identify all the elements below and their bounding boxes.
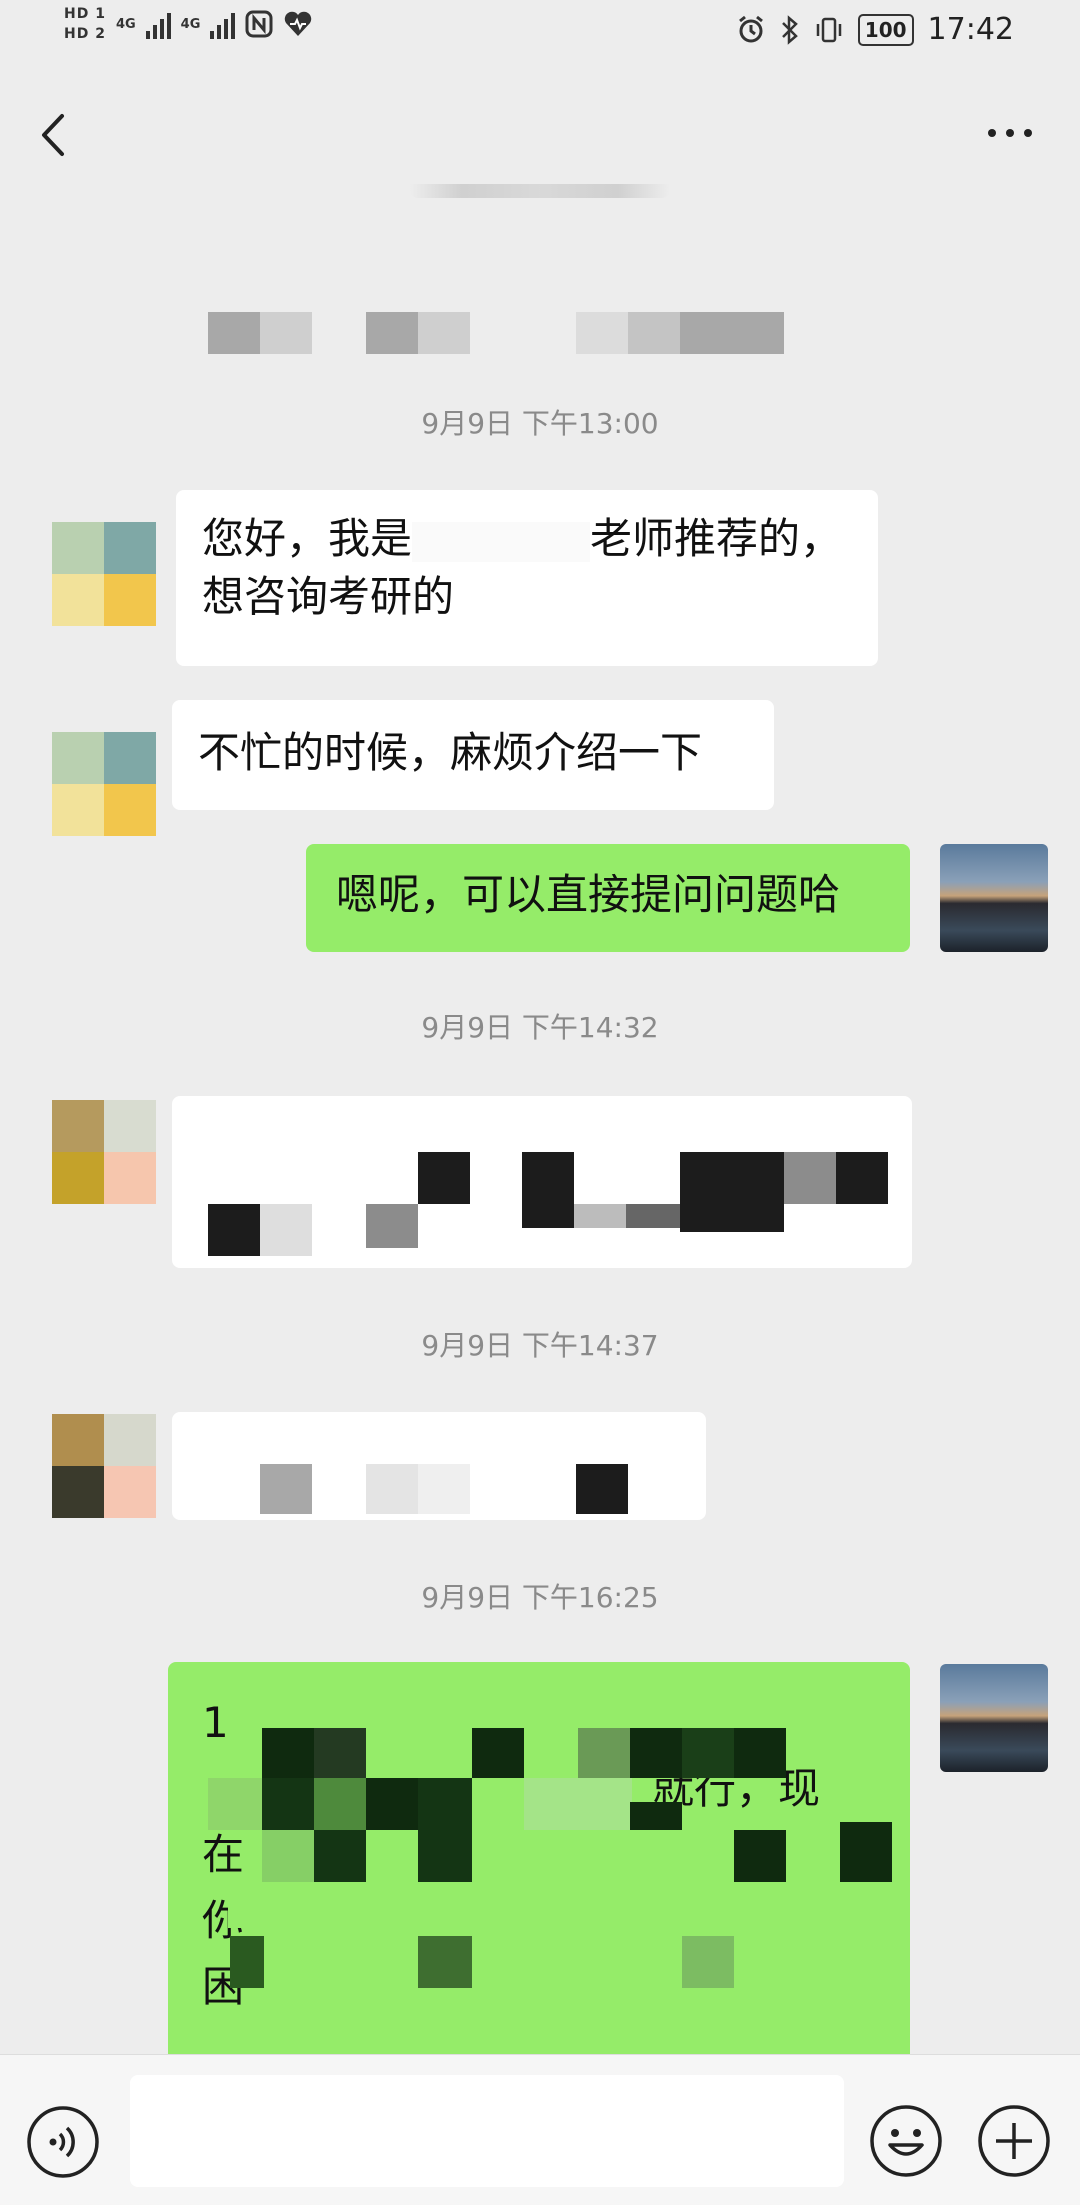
timestamp: 9月9日 下午14:32 [421, 1011, 659, 1044]
net1-label: 4G [115, 16, 136, 32]
pixelated-content [172, 1096, 912, 1268]
emoji-icon[interactable] [868, 2103, 944, 2179]
message-bubble-outgoing[interactable]: 嗯呢，可以直接提问问题哈 [306, 844, 910, 952]
message-bubble-outgoing[interactable]: 1 就行，现 在 你 困 [168, 1662, 910, 2054]
hd-indicator: HD 1 HD 2 [64, 6, 106, 42]
message-text: 嗯呢，可以直接提问问题哈 [336, 870, 841, 919]
message-text: 老师推荐的， [590, 514, 843, 563]
status-left: HD 1 HD 2 4G 4G [64, 6, 313, 42]
message-bubble[interactable]: 不忙的时候，麻烦介绍一下 [172, 700, 774, 810]
avatar[interactable] [52, 1100, 156, 1204]
signal-icon-2 [210, 9, 236, 39]
avatar[interactable] [52, 522, 156, 626]
more-dots-icon[interactable] [980, 118, 1040, 148]
status-right: 100 17:42 [736, 12, 1014, 47]
redaction [412, 521, 591, 562]
pixelated-content [172, 1412, 706, 1520]
my-avatar[interactable] [940, 844, 1048, 952]
message-text: 不忙的时候，麻烦介绍一下 [198, 728, 703, 777]
voice-input-icon[interactable] [26, 2105, 100, 2179]
bluetooth-icon [781, 14, 798, 45]
hd2-label: HD 2 [64, 26, 106, 42]
health-icon [285, 11, 312, 36]
status-bar: HD 1 HD 2 4G 4G 100 17:42 [0, 0, 1080, 66]
message-text: 您好，我是 [202, 514, 413, 563]
plus-icon[interactable] [976, 2103, 1052, 2179]
timestamp: 9月9日 下午14:37 [421, 1329, 659, 1362]
timestamp: 9月9日 下午16:25 [421, 1581, 659, 1614]
vibrate-icon [816, 17, 842, 42]
my-avatar[interactable] [940, 1664, 1048, 1772]
message-input[interactable] [130, 2075, 844, 2187]
message-bubble[interactable] [172, 1096, 912, 1268]
message-text: 想咨询考研的 [202, 572, 455, 621]
avatar[interactable] [52, 732, 156, 836]
chat-header [0, 90, 1080, 180]
chevron-left-icon[interactable] [30, 108, 80, 162]
pixelated-content [168, 1662, 910, 2054]
message-line: 您好，我是 老师推荐的， [202, 510, 852, 568]
hd1-label: HD 1 [64, 6, 106, 22]
input-bar [0, 2054, 1080, 2205]
message-bubble[interactable] [172, 1412, 706, 1520]
signal-icon [145, 9, 171, 39]
nfc-icon [245, 10, 273, 38]
alarm-icon [738, 15, 763, 42]
net2-label: 4G [180, 16, 201, 32]
cut-timestamp [410, 184, 670, 198]
timestamp: 9月9日 下午13:00 [421, 407, 659, 440]
clock: 17:42 [927, 12, 1014, 47]
battery-indicator: 100 [857, 13, 914, 46]
avatar[interactable] [52, 1414, 156, 1518]
message-bubble[interactable]: 您好，我是 老师推荐的， 想咨询考研的 [176, 490, 878, 666]
